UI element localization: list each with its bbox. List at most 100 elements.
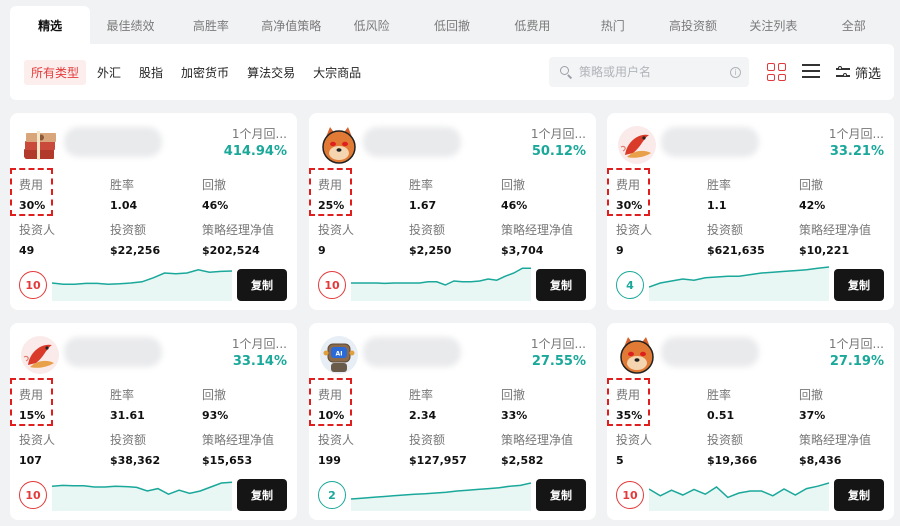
fee-value: 30% [616,199,643,212]
tab-low-drawdown[interactable]: 低回撤 [412,6,492,44]
fee-value: 10% [318,409,345,422]
drawdown-label: 回撤 [202,178,227,192]
type-indices[interactable]: 股指 [132,60,170,85]
tab-featured[interactable]: 精选 [10,6,91,44]
copy-button[interactable]: 复制 [237,479,287,511]
copy-button[interactable]: 复制 [834,479,884,511]
risk-score-badge: 4 [616,271,644,299]
grid-view-icon[interactable] [766,62,786,82]
copy-button[interactable]: 复制 [237,269,287,301]
investors-value: 5 [616,454,624,467]
strategy-card[interactable]: AI 1个月回... 27.55% 费用 10% 胜率 2.34 回撤 33% … [309,323,596,520]
blurred-strategy-name [661,127,759,157]
investors-value: 9 [318,244,326,257]
copy-button[interactable]: 复制 [536,269,586,301]
return-value: 414.94% [223,144,287,159]
nav-label: 策略经理净值 [501,223,574,237]
winrate-label: 胜率 [110,388,135,402]
filter-button[interactable]: 筛选 [836,62,881,82]
money-stack-avatar-icon [24,131,56,160]
nav-label: 策略经理净值 [501,433,574,447]
strategy-card[interactable]: 1个月回... 50.12% 费用 25% 胜率 1.67 回撤 46% 投资人… [309,113,596,310]
fee-stat: 费用 25% [318,176,344,212]
type-commodities[interactable]: 大宗商品 [306,60,368,85]
tab-low-fee[interactable]: 低费用 [492,6,572,44]
tab-popular[interactable]: 热门 [573,6,653,44]
copy-button[interactable]: 复制 [536,479,586,511]
fee-label: 费用 [616,388,641,402]
risk-score-badge: 10 [616,481,644,509]
fee-label: 费用 [318,388,343,402]
return-period: 1个月回... [231,337,287,351]
investors-stat: 投资人 9 [318,221,354,257]
winrate-label: 胜率 [409,178,434,192]
tab-high-investment[interactable]: 高投资额 [653,6,733,44]
performance-sparkline [52,481,232,511]
investors-stat: 投资人 49 [19,221,55,257]
copy-button[interactable]: 复制 [834,269,884,301]
return-value: 50.12% [531,144,586,159]
drawdown-value: 93% [202,409,229,422]
drawdown-stat: 回撤 46% [501,176,527,212]
invested-stat: 投资额 $22,256 [110,221,160,257]
invested-value: $621,635 [707,244,765,257]
shiba-dog-avatar-icon [620,337,654,374]
performance-sparkline [52,269,232,301]
svg-text:AI: AI [336,351,343,358]
investors-label: 投资人 [19,223,56,237]
blurred-strategy-name [363,127,461,157]
strategy-card[interactable]: 1个月回... 33.21% 费用 30% 胜率 1.1 回撤 42% 投资人 … [607,113,894,310]
fee-stat: 费用 15% [19,386,45,422]
winrate-value: 1.67 [409,199,437,212]
blurred-strategy-name [363,337,461,367]
fee-label: 费用 [19,178,44,192]
drawdown-label: 回撤 [799,388,824,402]
tab-best-performance[interactable]: 最佳绩效 [90,6,170,44]
fee-stat: 费用 35% [616,386,642,422]
type-crypto[interactable]: 加密货币 [174,60,236,85]
fee-value: 25% [318,199,345,212]
strategy-card[interactable]: 1个月回... 27.19% 费用 35% 胜率 0.51 回撤 37% 投资人… [607,323,894,520]
info-icon[interactable]: i [730,66,741,78]
return-value: 33.14% [232,354,287,369]
shiba-dog-avatar-icon [322,127,356,164]
invested-value: $2,250 [409,244,452,257]
winrate-value: 0.51 [707,409,735,422]
drawdown-stat: 回撤 37% [799,386,825,422]
blurred-strategy-name [64,337,162,367]
winrate-label: 胜率 [110,178,135,192]
invested-label: 投资额 [409,433,446,447]
strategy-card[interactable]: 1个月回... 33.14% 费用 15% 胜率 31.61 回撤 93% 投资… [10,323,297,520]
investors-stat: 投资人 107 [19,431,55,467]
nav-label: 策略经理净值 [799,433,872,447]
drawdown-value: 37% [799,409,826,422]
tab-watchlist[interactable]: 关注列表 [733,6,813,44]
fee-label: 费用 [616,178,641,192]
tab-all[interactable]: 全部 [814,6,894,44]
fee-stat: 费用 30% [616,176,642,212]
search-input[interactable] [579,65,719,79]
type-all[interactable]: 所有类型 [24,60,87,85]
fee-label: 费用 [318,178,343,192]
invested-label: 投资额 [110,223,147,237]
winrate-value: 1.04 [110,199,138,212]
sparkline-area [52,269,232,301]
fee-stat: 费用 10% [318,386,344,422]
sparkline-area [351,268,531,301]
tab-low-risk[interactable]: 低风险 [331,6,411,44]
filter-label: 筛选 [855,66,882,82]
winrate-stat: 胜率 31.61 [110,386,145,422]
list-view-icon[interactable] [802,63,820,79]
nav-label: 策略经理净值 [799,223,872,237]
invested-value: $22,256 [110,244,161,257]
risk-score-badge: 10 [318,271,346,299]
nav-value: $3,704 [501,244,544,257]
type-algo[interactable]: 算法交易 [240,60,302,85]
drawdown-value: 46% [202,199,229,212]
type-forex[interactable]: 外汇 [90,60,128,85]
nav-value: $2,582 [501,454,544,467]
strategy-card[interactable]: 1个月回... 414.94% 费用 30% 胜率 1.04 回撤 46% 投资… [10,113,297,310]
tab-high-nav[interactable]: 高净值策略 [251,6,331,44]
tab-high-winrate[interactable]: 高胜率 [171,6,251,44]
fee-stat: 费用 30% [19,176,45,212]
